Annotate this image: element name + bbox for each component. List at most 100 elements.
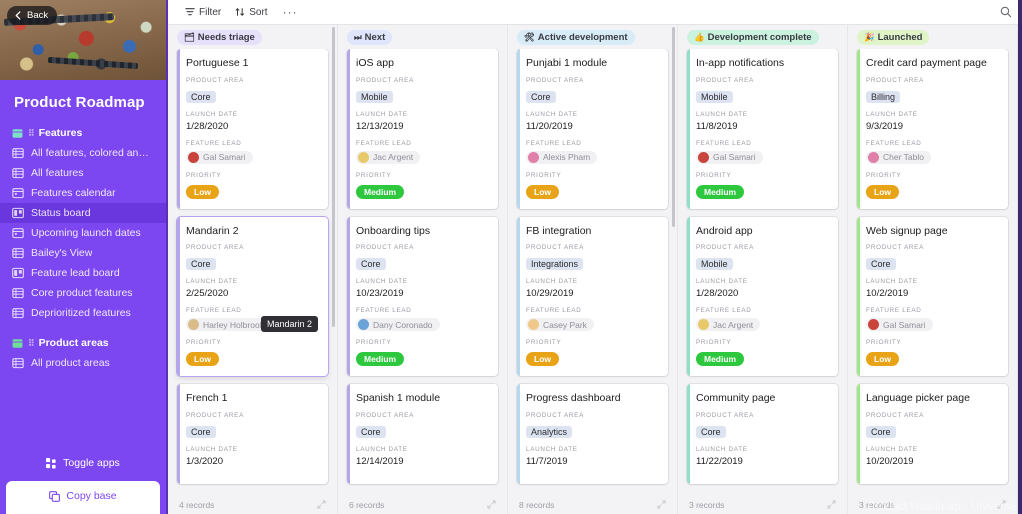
search-button[interactable] [1000,6,1012,18]
toggle-apps-label: Toggle apps [63,457,120,469]
view-toolbar: Filter Sort ··· [168,0,1022,25]
field-label-launch-date: LAUNCH DATE [696,445,748,453]
stack-header[interactable]: 👍 Development complete [678,25,847,49]
expand-icon[interactable] [317,499,326,511]
stack-body[interactable]: Punjabi 1 module PRODUCT AREA Core LAUNCH D… [508,49,677,496]
sidebar-item-label: Features calendar [31,187,116,199]
sidebar-item-core-product-features[interactable]: Core product features [0,283,166,303]
product-area-tag: Core [186,258,216,271]
sidebar-item-upcoming-launch-dates[interactable]: Upcoming launch dates [0,223,166,243]
toggle-apps-button[interactable]: Toggle apps [0,447,166,481]
stack-body[interactable]: Credit card payment page PRODUCT AREA Bill… [848,49,1017,496]
stack-scrollbar[interactable] [332,27,335,327]
expand-icon[interactable] [997,499,1006,511]
card-accent-bar [687,384,690,484]
kanban-card[interactable]: Credit card payment page PRODUCT AREA Bill… [857,49,1008,209]
priority-badge: Medium [696,352,745,367]
stack-body[interactable]: In-app notifications PRODUCT AREA Mobile LA… [678,49,847,496]
stack-emoji-icon: 🗂 [184,31,195,42]
sidebar-group-product-areas[interactable]: ⠿ Product areas [0,333,166,353]
card-title: Spanish 1 module [356,392,441,405]
kanban-card[interactable]: Community page PRODUCT AREA Core LAUNCH DAT… [687,384,838,484]
more-options-button[interactable]: ··· [275,6,306,18]
field-label-launch-date: LAUNCH DATE [526,445,578,453]
stack-header[interactable]: 🛠 Active development [508,25,677,49]
field-label-launch-date: LAUNCH DATE [866,445,918,453]
product-area-tag: Core [526,90,556,103]
feature-lead-chip: Harley Holbrook [186,318,271,332]
kanban-card[interactable]: Progress dashboard PRODUCT AREA Analytics L… [517,384,668,484]
avatar [528,319,539,331]
feature-lead-name: Harley Holbrook [203,319,264,330]
kanban-card[interactable]: Language picker page PRODUCT AREA Core LAUN… [857,384,1008,484]
kanban-card[interactable]: Spanish 1 module PRODUCT AREA Core LAUNCH D… [347,384,498,484]
kanban-card[interactable]: Web signup page PRODUCT AREA Core LAUNCH DA… [857,216,1008,377]
copy-base-button[interactable]: Copy base [6,481,160,514]
stack-emoji-icon: 🎉 [864,31,875,42]
stack-name-label: Next [364,31,386,43]
product-area-tag: Core [186,90,216,103]
priority-badge: Low [186,352,219,367]
expand-icon[interactable] [827,499,836,511]
field-label-priority: PRIORITY [696,171,732,179]
launch-date-value: 11/8/2019 [696,120,738,132]
stack-header[interactable]: 🎉 Launched [848,25,1017,49]
product-area-tag: Mobile [696,258,733,271]
kanban-card[interactable]: Punjabi 1 module PRODUCT AREA Core LAUNCH D… [517,49,668,209]
field-label-feature-lead: FEATURE LEAD [866,307,922,315]
kanban-card[interactable]: French 1 PRODUCT AREA Core LAUNCH DATE 1/3/2… [177,384,328,484]
filter-label: Filter [199,6,222,18]
filter-button[interactable]: Filter [178,4,228,21]
sidebar-item-deprioritized-features[interactable]: Deprioritized features [0,303,166,323]
card-accent-bar [177,49,180,209]
kanban-card[interactable]: Portuguese 1 PRODUCT AREA Core LAUNCH DATE 1… [177,49,328,209]
card-title: In-app notifications [696,57,785,69]
sidebar-item-features-calendar[interactable]: Features calendar [0,183,166,203]
back-button[interactable]: Back [7,6,58,25]
stack-scrollbar[interactable] [672,27,675,227]
product-area-tag: Core [866,425,896,438]
sidebar-item-feature-lead-board[interactable]: Feature lead board [0,263,166,283]
field-label-launch-date: LAUNCH DATE [866,110,918,118]
stack-header[interactable]: 🗂 Needs triage [168,25,337,49]
stack-name-label: Active development [537,31,628,43]
field-label-product-area: PRODUCT AREA [696,76,754,84]
expand-icon[interactable] [487,499,496,511]
stack-body[interactable]: Portuguese 1 PRODUCT AREA Core LAUNCH DATE 1… [168,49,337,496]
stack-footer: 8 records [508,496,677,514]
stack-footer: 4 records [168,496,337,514]
sidebar-item-label: Bailey's View [31,247,93,259]
field-label-feature-lead: FEATURE LEAD [526,307,582,315]
feature-lead-name: Gal Samari [203,152,246,163]
sidebar-item-label: Deprioritized features [31,307,131,319]
stack-name-chip: 🛠 Active development [517,29,635,45]
kanban-card[interactable]: Mandarin 2 PRODUCT AREA Core LAUNCH DATE 2/2… [177,216,328,377]
stack-body[interactable]: iOS app PRODUCT AREA Mobile LAUNCH DATE 12/1… [338,49,507,496]
card-accent-bar [347,216,350,377]
stack-name-label: Launched [877,31,923,43]
sidebar-item-all-features-colored-and-sorted-b[interactable]: All features, colored and sorted b... [0,143,166,163]
kanban-card[interactable]: FB integration PRODUCT AREA Integrations LA… [517,216,668,377]
card-title: Language picker page [866,392,970,405]
kanban-card[interactable]: Android app PRODUCT AREA Mobile LAUNCH DATE… [687,216,838,377]
sidebar-item-status-board[interactable]: Status board [0,203,166,223]
stack-name-chip: 🗂 Needs triage [177,29,262,45]
stack-header[interactable]: ⏭ Next [338,25,507,49]
sort-button[interactable]: Sort [228,4,274,21]
kanban-card[interactable]: Onboarding tips PRODUCT AREA Core LAUNCH DA… [347,216,498,377]
grid-view-icon [12,148,24,159]
kanban-card[interactable]: In-app notifications PRODUCT AREA Mobile LA… [687,49,838,209]
stack-footer: 3 records [848,496,1017,514]
kanban-card[interactable]: iOS app PRODUCT AREA Mobile LAUNCH DATE 12/1… [347,49,498,209]
sidebar-item-all-features[interactable]: All features [0,163,166,183]
expand-icon[interactable] [657,499,666,511]
sidebar-item-bailey-s-view[interactable]: Bailey's View [0,243,166,263]
field-label-priority: PRIORITY [696,339,732,347]
field-label-priority: PRIORITY [866,171,902,179]
sidebar-group-features[interactable]: ⠿ Features [0,123,166,143]
avatar [188,151,199,163]
record-count: 6 records [349,500,385,510]
launch-date-value: 10/29/2019 [526,288,574,300]
sidebar-item-all-product-areas[interactable]: All product areas [0,353,166,373]
card-accent-bar [517,49,520,209]
